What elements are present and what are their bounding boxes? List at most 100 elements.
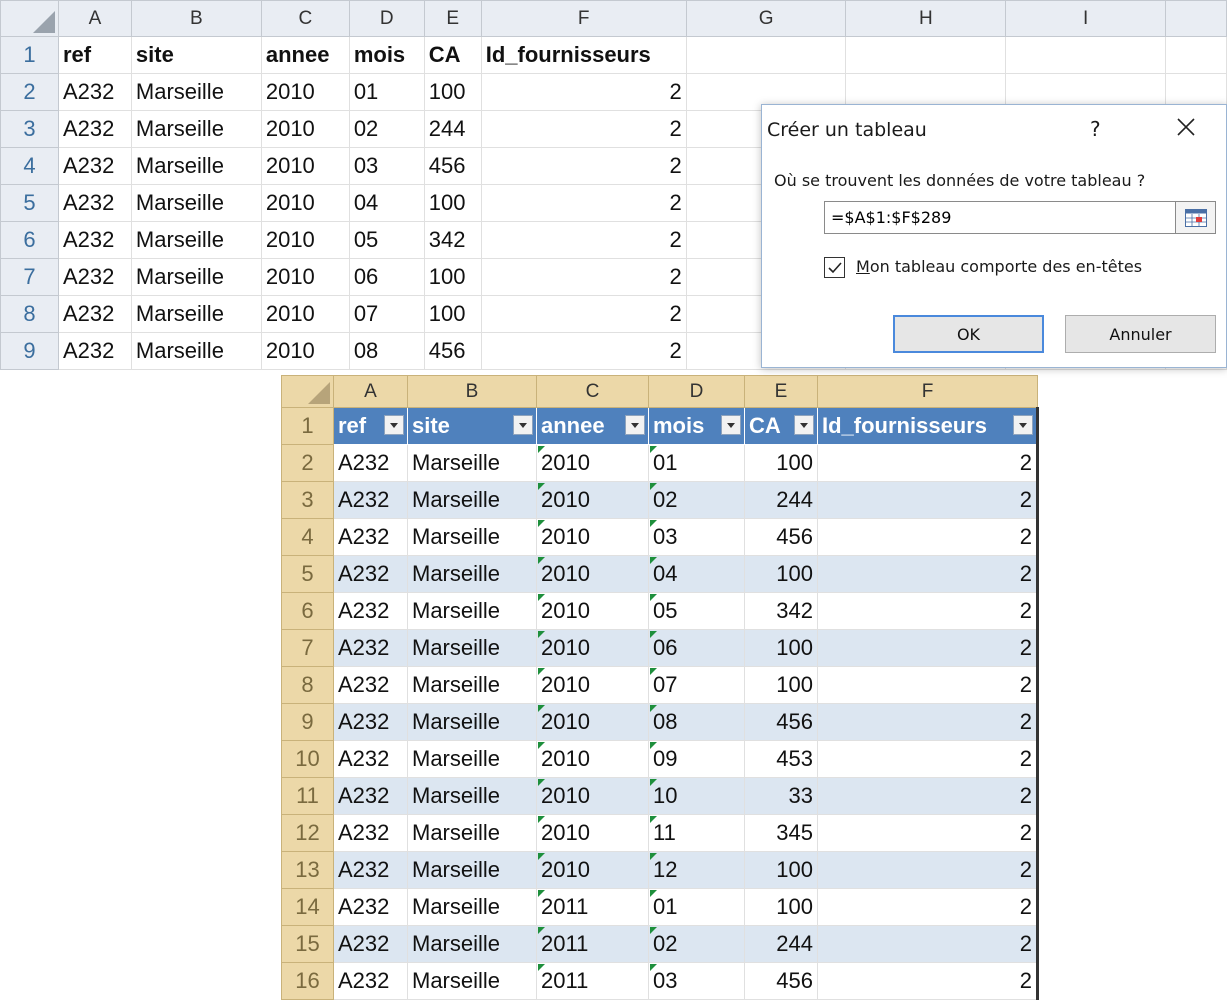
cell[interactable]: 2010 [536,444,649,482]
cell[interactable]: 100 [423,73,482,111]
close-icon[interactable] [1174,115,1198,139]
column-header-H[interactable]: H [845,0,1007,37]
cell[interactable]: 2 [480,110,687,148]
row-header[interactable]: 4 [281,518,334,556]
row-header[interactable]: 16 [281,962,334,1000]
cell[interactable]: A232 [333,555,408,593]
column-header-D[interactable]: D [648,375,745,408]
cell[interactable]: A232 [333,851,408,889]
cell[interactable]: ref [57,36,132,74]
row-header[interactable]: 8 [0,295,59,333]
cell[interactable]: A232 [333,703,408,741]
filter-dropdown-icon[interactable] [625,415,645,435]
cell[interactable]: Marseille [407,814,537,852]
cell-empty[interactable] [1165,36,1227,74]
cell[interactable]: A232 [333,666,408,704]
cell[interactable]: 05 [348,221,425,259]
cell[interactable]: 2010 [260,147,350,185]
cell[interactable]: 02 [648,481,745,519]
table-header-cell[interactable]: mois [648,407,745,445]
table-header-cell[interactable]: CA [744,407,818,445]
cell[interactable]: A232 [333,925,408,963]
cell[interactable]: 03 [648,518,745,556]
cell[interactable]: 07 [648,666,745,704]
cell[interactable]: 2 [817,777,1039,815]
cell[interactable]: 10 [648,777,745,815]
cell[interactable]: Marseille [407,777,537,815]
cell[interactable]: Id_fournisseurs [480,36,687,74]
cell[interactable]: A232 [57,147,132,185]
cell[interactable]: 04 [348,184,425,222]
cell[interactable]: 2010 [536,518,649,556]
cell[interactable]: A232 [333,888,408,926]
cell[interactable]: Marseille [407,444,537,482]
cell[interactable]: 2010 [536,703,649,741]
row-header[interactable]: 15 [281,925,334,963]
cell[interactable]: 2 [480,73,687,111]
row-header[interactable]: 14 [281,888,334,926]
column-header-E[interactable]: E [423,0,482,37]
row-header[interactable]: 13 [281,851,334,889]
cell[interactable]: 2 [817,666,1039,704]
column-header-B[interactable]: B [407,375,537,408]
column-header-C[interactable]: C [260,0,350,37]
cell[interactable]: A232 [57,295,132,333]
cell[interactable]: CA [423,36,482,74]
cell[interactable]: 06 [348,258,425,296]
cell[interactable]: 2010 [260,184,350,222]
cell[interactable]: Marseille [130,184,262,222]
cell[interactable]: Marseille [130,332,262,370]
row-header[interactable]: 12 [281,814,334,852]
cell[interactable]: 2010 [260,258,350,296]
column-header-E[interactable]: E [744,375,818,408]
cell[interactable]: Marseille [407,962,537,1000]
row-header[interactable]: 6 [281,592,334,630]
cell[interactable]: 100 [423,295,482,333]
cell[interactable]: Marseille [130,258,262,296]
cell[interactable]: mois [348,36,425,74]
cell[interactable]: Marseille [407,666,537,704]
cell[interactable]: A232 [57,258,132,296]
column-header-D[interactable]: D [348,0,425,37]
cell[interactable]: 08 [348,332,425,370]
row-header[interactable]: 1 [0,36,59,74]
cell[interactable]: A232 [333,592,408,630]
row-header[interactable]: 10 [281,740,334,778]
filter-dropdown-icon[interactable] [513,415,533,435]
cell[interactable]: 12 [648,851,745,889]
cell[interactable]: Marseille [407,629,537,667]
cell[interactable]: 2010 [260,73,350,111]
cell[interactable]: 100 [423,258,482,296]
cell[interactable]: 2010 [536,555,649,593]
cell[interactable]: 2010 [536,592,649,630]
cell[interactable]: 2010 [536,814,649,852]
cell[interactable]: Marseille [407,703,537,741]
row-header[interactable]: 9 [281,703,334,741]
row-header[interactable]: 5 [0,184,59,222]
cell[interactable]: 100 [744,851,818,889]
cell[interactable]: Marseille [407,925,537,963]
cell[interactable]: Marseille [130,110,262,148]
cell[interactable]: A232 [333,777,408,815]
column-header-F[interactable]: F [817,375,1038,408]
filter-dropdown-icon[interactable] [794,415,814,435]
row-header[interactable]: 4 [0,147,59,185]
row-header[interactable]: 1 [281,407,334,445]
row-header[interactable]: 7 [0,258,59,296]
row-header[interactable]: 9 [0,332,59,370]
cell[interactable]: 2 [817,481,1039,519]
cell[interactable]: Marseille [407,555,537,593]
cell[interactable]: A232 [57,110,132,148]
cell[interactable]: 01 [648,444,745,482]
cell[interactable]: A232 [57,184,132,222]
table-header-cell[interactable]: annee [536,407,649,445]
column-header-C[interactable]: C [536,375,649,408]
row-header[interactable]: 6 [0,221,59,259]
cell[interactable]: 456 [744,962,818,1000]
cell[interactable]: 2 [480,221,687,259]
cell[interactable]: Marseille [407,740,537,778]
cell[interactable]: 2010 [536,666,649,704]
row-header[interactable]: 2 [281,444,334,482]
cell[interactable]: 2011 [536,888,649,926]
cell[interactable]: 342 [744,592,818,630]
